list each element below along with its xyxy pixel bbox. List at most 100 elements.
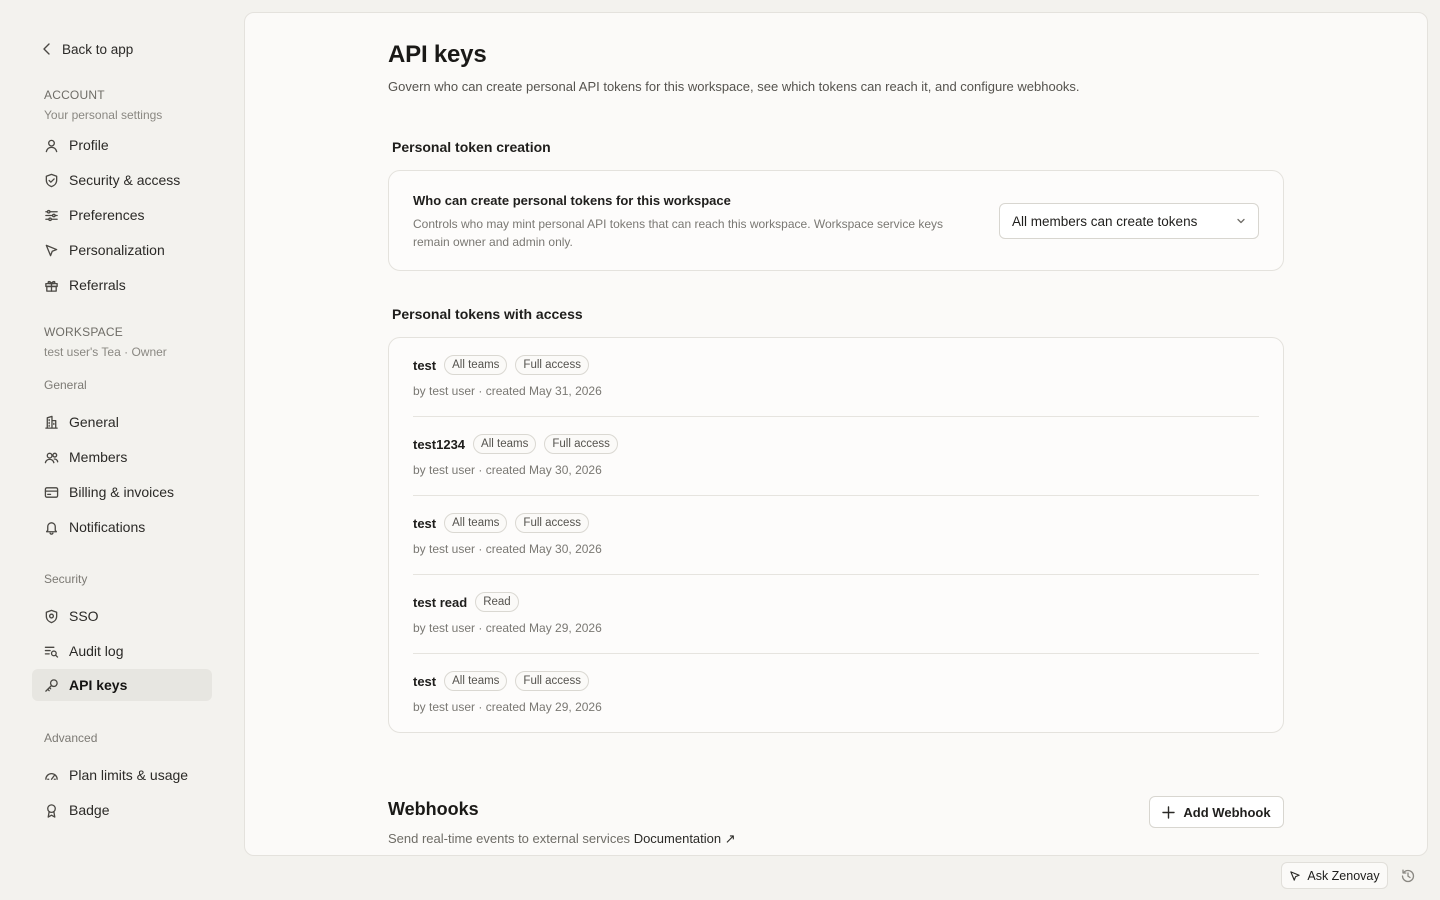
token-badge-access: Full access <box>515 355 589 375</box>
sidebar-item-label: General <box>69 414 119 430</box>
sidebar-item-general[interactable]: General <box>32 406 212 438</box>
users-icon <box>44 452 59 463</box>
back-to-app-link[interactable]: Back to app <box>42 38 133 60</box>
page-description: Govern who can create personal API token… <box>388 79 1080 94</box>
sidebar-item-label: Profile <box>69 137 109 153</box>
token-row[interactable]: test1234 All teams Full access by test u… <box>413 417 1259 496</box>
sidebar-item-preferences[interactable]: Preferences <box>32 199 212 231</box>
token-row[interactable]: test All teams Full access by test user … <box>413 496 1259 575</box>
gift-icon <box>45 280 58 292</box>
sidebar-item-label: Preferences <box>69 207 145 223</box>
sidebar-item-audit-log[interactable]: Audit log <box>32 635 212 667</box>
token-meta: by test user · created May 29, 2026 <box>413 700 602 714</box>
token-name: test <box>413 357 437 373</box>
sidebar-item-label: Badge <box>69 802 110 818</box>
main-panel: API keys Govern who can create personal … <box>244 12 1428 856</box>
sliders-icon <box>45 209 58 221</box>
token-name: test1234 <box>413 436 466 452</box>
sidebar-item-label: Referrals <box>69 277 126 293</box>
plus-icon <box>1162 805 1176 819</box>
sidebar-item-profile[interactable]: Profile <box>32 129 212 161</box>
card-icon <box>44 486 59 498</box>
security-group-label: Security <box>44 572 88 586</box>
token-creation-setting-description: Controls who may mint personal API token… <box>413 217 944 249</box>
token-name: test <box>413 515 437 531</box>
workspace-section-title: WORKSPACE <box>44 325 123 339</box>
token-badge-scope: All teams <box>444 671 508 691</box>
token-row[interactable]: test All teams Full access by test user … <box>413 654 1259 733</box>
sidebar-item-label: Plan limits & usage <box>69 767 189 783</box>
back-to-app-label: Back to app <box>62 41 134 57</box>
cursor-icon <box>1290 870 1301 881</box>
token-creation-card: Who can create personal tokens for this … <box>388 170 1284 271</box>
shield-icon <box>45 173 58 187</box>
sidebar-item-security-access[interactable]: Security & access <box>32 164 212 196</box>
token-badge-access: Read <box>475 592 519 612</box>
token-badge-access: Full access <box>544 434 618 454</box>
gauge-icon <box>45 772 58 780</box>
sidebar-item-notifications[interactable]: Notifications <box>32 511 212 543</box>
documentation-link[interactable]: Documentation ↗ <box>634 831 736 846</box>
sidebar-item-sso[interactable]: SSO <box>32 600 212 632</box>
tokens-card: test All teams Full access by test user … <box>388 337 1284 733</box>
chevron-left-icon <box>43 43 50 55</box>
token-meta: by test user · created May 31, 2026 <box>413 384 602 398</box>
webhooks-title: Webhooks <box>388 799 479 819</box>
token-creation-setting-title: Who can create personal tokens for this … <box>413 193 731 208</box>
sidebar-item-label: API keys <box>69 677 128 693</box>
token-name: test read <box>413 594 468 610</box>
token-meta: by test user · created May 30, 2026 <box>413 463 602 477</box>
page-title: API keys <box>388 41 487 68</box>
sidebar-item-label: Personalization <box>69 242 165 258</box>
add-webhook-label: Add Webhook <box>1183 804 1271 820</box>
token-name: test <box>413 673 437 689</box>
shield-check-icon <box>45 609 58 623</box>
token-creation-select[interactable]: All members can create tokens <box>999 203 1259 239</box>
token-row[interactable]: test All teams Full access by test user … <box>413 338 1259 417</box>
chevron-down-icon <box>1237 218 1245 224</box>
external-link-icon: ↗ <box>724 831 736 846</box>
webhooks-description: Send real-time events to external servic… <box>388 831 736 847</box>
sidebar-item-referrals[interactable]: Referrals <box>32 269 212 301</box>
ask-zenovay-label: Ask Zenovay <box>1307 868 1380 883</box>
sidebar-item-label: SSO <box>69 608 99 624</box>
sidebar: Back to app ACCOUNT Your personal settin… <box>0 0 244 900</box>
key-icon <box>45 678 58 692</box>
sidebar-item-billing[interactable]: Billing & invoices <box>32 476 212 508</box>
advanced-group-label: Advanced <box>44 731 98 745</box>
token-meta: by test user · created May 30, 2026 <box>413 542 602 556</box>
ask-zenovay-button[interactable]: Ask Zenovay <box>1281 862 1388 889</box>
general-group-label: General <box>44 378 87 392</box>
list-search-icon <box>44 646 59 658</box>
cursor-icon <box>45 244 58 256</box>
documentation-link-label: Documentation <box>633 831 722 846</box>
token-creation-heading: Personal token creation <box>392 139 551 155</box>
sidebar-item-label: Billing & invoices <box>69 484 175 500</box>
token-meta: by test user · created May 29, 2026 <box>413 621 602 635</box>
token-badge-scope: All teams <box>473 434 537 454</box>
sidebar-item-label: Notifications <box>69 519 146 535</box>
token-badge-access: Full access <box>515 513 589 533</box>
sidebar-item-label: Members <box>69 449 128 465</box>
sidebar-item-personalization[interactable]: Personalization <box>32 234 212 266</box>
building-icon <box>45 415 58 429</box>
tokens-heading: Personal tokens with access <box>392 306 583 322</box>
sidebar-item-badge[interactable]: Badge <box>32 794 212 826</box>
sidebar-item-label: Security & access <box>69 172 181 188</box>
token-creation-select-value: All members can create tokens <box>1012 213 1198 229</box>
sidebar-item-plan-limits[interactable]: Plan limits & usage <box>32 759 212 791</box>
account-section-title: ACCOUNT <box>44 88 105 102</box>
sidebar-item-api-keys[interactable]: API keys <box>32 669 212 701</box>
token-badge-scope: All teams <box>444 513 508 533</box>
token-badge-scope: All teams <box>444 355 508 375</box>
sidebar-item-label: Audit log <box>69 643 124 659</box>
account-section-subtitle: Your personal settings <box>44 108 163 122</box>
award-icon <box>47 803 56 818</box>
token-row[interactable]: test read Read by test user · created Ma… <box>413 575 1259 654</box>
add-webhook-button[interactable]: Add Webhook <box>1149 796 1284 828</box>
sidebar-item-members[interactable]: Members <box>32 441 212 473</box>
token-badge-access: Full access <box>515 671 589 691</box>
workspace-section-subtitle: test user's Tea · Owner <box>44 345 167 359</box>
history-icon[interactable] <box>1400 868 1416 884</box>
webhooks-description-text: Send real-time events to external servic… <box>388 831 631 846</box>
